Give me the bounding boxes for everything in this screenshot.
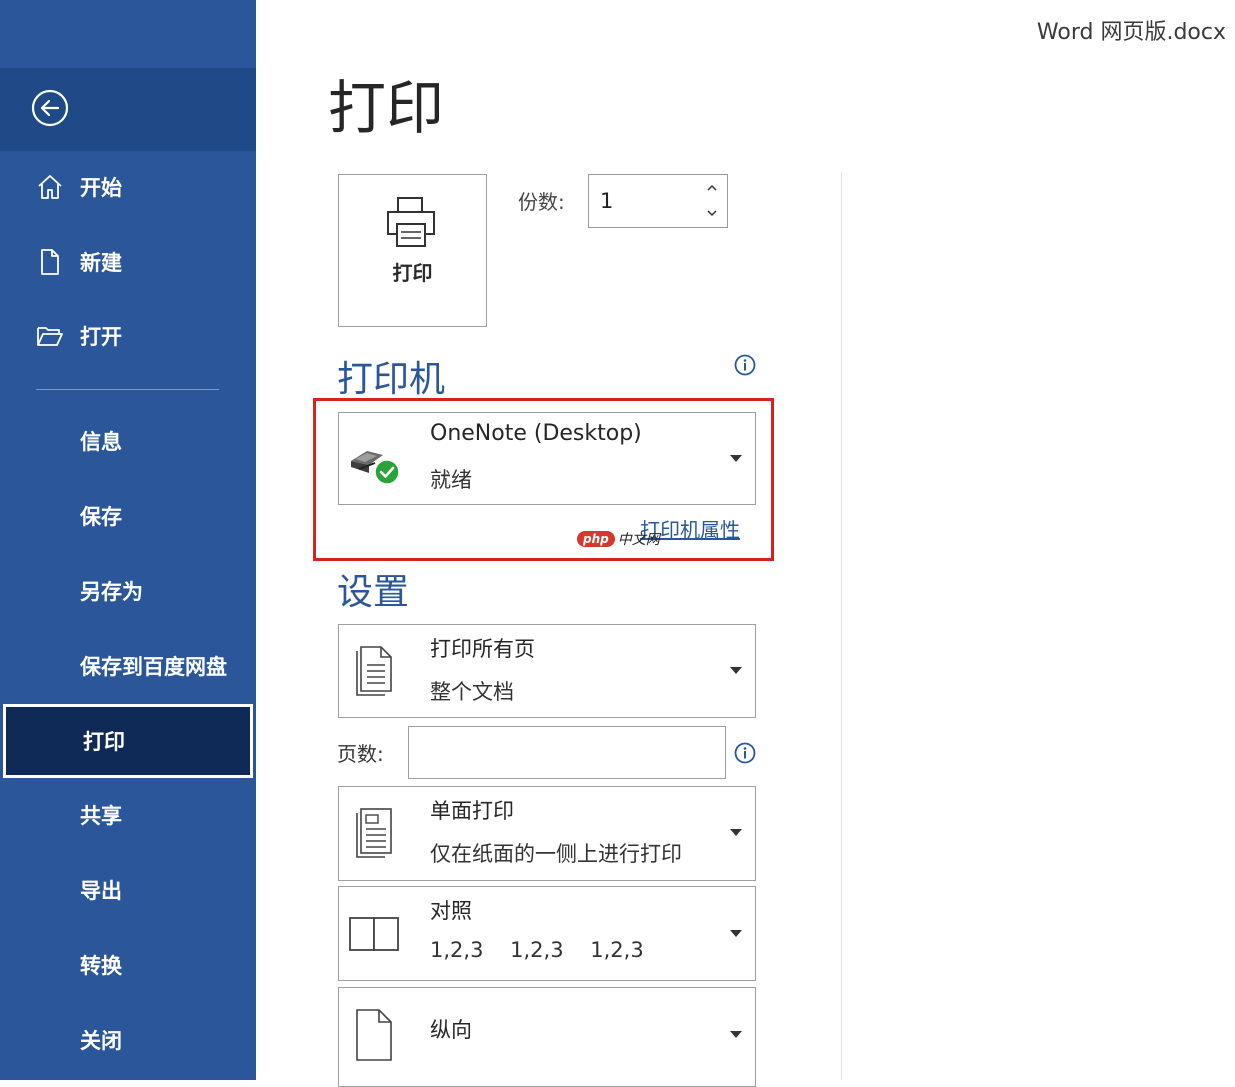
- dropdown-caret-icon: [730, 455, 742, 462]
- pages-label: 页数:: [337, 742, 384, 766]
- collation-label: 对照: [430, 899, 472, 923]
- pages-input[interactable]: [408, 726, 726, 779]
- watermark-text: 中文网: [617, 532, 660, 548]
- dropdown-caret-icon: [730, 1031, 742, 1038]
- collation-dropdown[interactable]: 对照 1,2,3 1,2,3 1,2,3: [338, 886, 756, 981]
- dropdown-caret-icon: [730, 667, 742, 674]
- print-range-dropdown[interactable]: 打印所有页 整个文档: [338, 624, 756, 718]
- dropdown-caret-icon: [730, 829, 742, 836]
- printer-ready-icon: [351, 451, 400, 485]
- sidebar-item-open[interactable]: 打开: [0, 301, 256, 371]
- sidebar-item-home[interactable]: 开始: [0, 152, 256, 222]
- collation-order: 1,2,3 1,2,3 1,2,3: [430, 938, 644, 962]
- printer-dropdown[interactable]: OneNote (Desktop) 就绪: [338, 412, 756, 505]
- vertical-separator: [841, 172, 842, 1080]
- portrait-page-icon: [356, 1009, 392, 1061]
- chevron-up-icon[interactable]: [705, 180, 719, 194]
- printer-status: 就绪: [430, 468, 472, 492]
- collated-pages-icon: [349, 917, 399, 951]
- copies-spinner[interactable]: 1: [588, 174, 728, 228]
- settings-section-title: 设置: [337, 572, 410, 613]
- sidebar-item-label: 另存为: [80, 580, 143, 604]
- sidebar-item-label: 转换: [80, 954, 122, 978]
- back-arrow-circle-icon[interactable]: [31, 89, 69, 127]
- sidebar-item-label: 打开: [80, 325, 122, 349]
- orientation-label: 纵向: [430, 1018, 472, 1042]
- one-sided-print-icon: [356, 808, 392, 858]
- sidebar-item-label: 导出: [80, 879, 122, 903]
- info-icon[interactable]: [734, 354, 756, 376]
- copies-value[interactable]: 1: [600, 189, 613, 213]
- print-range-description: 整个文档: [430, 680, 514, 704]
- sidebar-item-convert[interactable]: 转换: [0, 930, 256, 1000]
- orientation-dropdown[interactable]: 纵向: [338, 987, 756, 1087]
- sidebar-item-close[interactable]: 关闭: [0, 1005, 256, 1075]
- new-document-icon: [34, 246, 66, 278]
- sidebar-item-label: 保存: [80, 505, 122, 529]
- sidebar-item-new[interactable]: 新建: [0, 227, 256, 297]
- sidebar-item-save-as[interactable]: 另存为: [0, 556, 256, 626]
- home-icon: [34, 171, 66, 203]
- info-icon[interactable]: [734, 742, 756, 764]
- sidebar-item-label: 打印: [83, 730, 125, 754]
- printer-name: OneNote (Desktop): [430, 421, 642, 446]
- watermark: php 中文网: [577, 528, 660, 550]
- sidebar-item-info[interactable]: 信息: [0, 406, 256, 476]
- watermark-badge: php: [577, 531, 615, 547]
- sidebar-item-save[interactable]: 保存: [0, 481, 256, 551]
- document-pages-icon: [356, 646, 392, 696]
- dropdown-caret-icon: [730, 930, 742, 937]
- sidebar-item-label: 信息: [80, 430, 122, 454]
- page-title: 打印: [328, 74, 445, 142]
- print-sides-label: 单面打印: [430, 799, 514, 823]
- sidebar-item-label: 关闭: [80, 1029, 122, 1053]
- sidebar-item-label: 保存到百度网盘: [80, 655, 227, 679]
- printer-icon: [387, 197, 435, 247]
- sidebar-item-share[interactable]: 共享: [0, 780, 256, 850]
- copies-label: 份数:: [518, 190, 565, 214]
- chevron-down-icon[interactable]: [705, 206, 719, 220]
- printer-section-title: 打印机: [337, 359, 446, 400]
- print-sides-dropdown[interactable]: 单面打印 仅在纸面的一侧上进行打印: [338, 786, 756, 881]
- print-button-label: 打印: [392, 261, 433, 285]
- print-range-label: 打印所有页: [430, 637, 535, 661]
- print-button[interactable]: 打印: [338, 174, 487, 327]
- sidebar-divider: [36, 389, 219, 390]
- folder-open-icon: [34, 320, 66, 352]
- backstage-sidebar: 开始 新建 打开 信息 保存 另存为 保存到百度网盘 打印 共享 导出 转换 关…: [0, 0, 256, 1080]
- sidebar-item-save-to-baidu[interactable]: 保存到百度网盘: [0, 631, 256, 701]
- sidebar-item-label: 新建: [80, 251, 122, 275]
- sidebar-item-label: 开始: [80, 176, 122, 200]
- print-sides-description: 仅在纸面的一侧上进行打印: [430, 842, 682, 866]
- sidebar-item-label: 共享: [80, 804, 122, 828]
- sidebar-item-print[interactable]: 打印: [3, 704, 253, 778]
- sidebar-item-export[interactable]: 导出: [0, 855, 256, 925]
- document-title: Word 网页版.docx: [1036, 20, 1226, 45]
